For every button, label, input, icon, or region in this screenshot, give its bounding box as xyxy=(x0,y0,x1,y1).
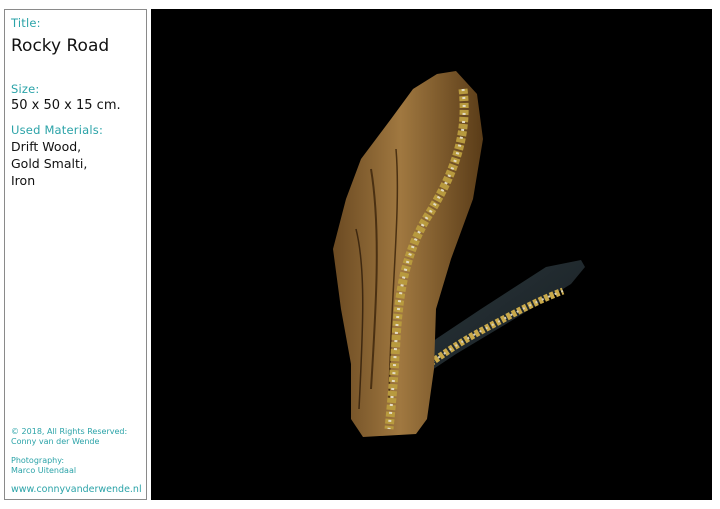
size-label: Size: xyxy=(11,82,40,96)
material-item: Drift Wood, xyxy=(11,139,82,154)
photographer-name: Marco Uitendaal xyxy=(11,465,77,475)
copyright-line: © 2018, All Rights Reserved: xyxy=(11,427,128,436)
material-item: Gold Smalti, xyxy=(11,156,88,171)
materials-label: Used Materials: xyxy=(11,123,104,137)
sculpture-image xyxy=(333,71,585,437)
material-item: Iron xyxy=(11,173,36,188)
title-label: Title: xyxy=(11,16,41,30)
copyright-owner: Conny van der Wende xyxy=(11,436,100,446)
photography-label: Photography: xyxy=(11,456,65,465)
artwork-title: Rocky Road xyxy=(11,36,110,56)
website-link[interactable]: www.connyvanderwende.nl xyxy=(11,484,142,495)
photography-credit: Photography: Marco Uitendaal xyxy=(11,456,76,475)
materials-list: Drift Wood, Gold Smalti, Iron xyxy=(11,138,87,189)
copyright-notice: © 2018, All Rights Reserved: Conny van d… xyxy=(11,427,127,446)
artwork-size: 50 x 50 x 15 cm. xyxy=(11,98,121,113)
artwork-photo xyxy=(151,9,712,500)
artwork-info-panel: Title: Rocky Road Size: 50 x 50 x 15 cm.… xyxy=(4,9,147,500)
